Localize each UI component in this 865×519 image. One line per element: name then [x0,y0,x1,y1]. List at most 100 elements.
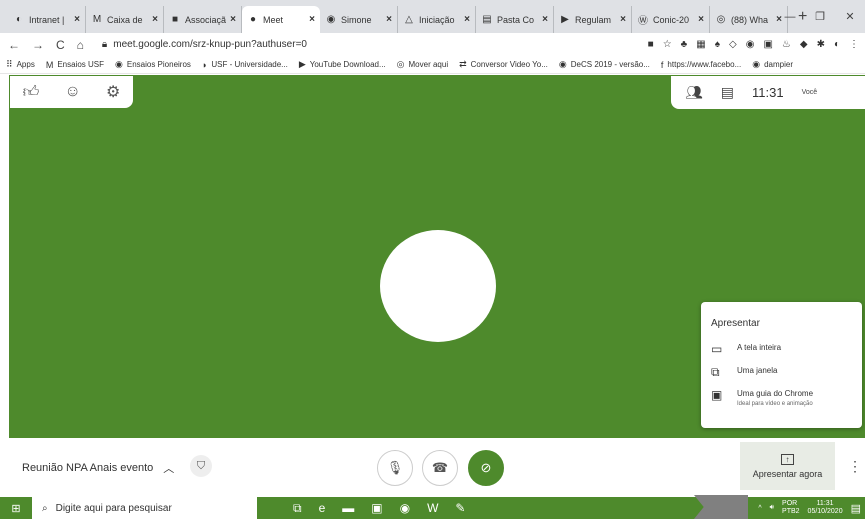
browser-tab[interactable]: ▤ Pasta Co × [476,6,554,33]
close-icon[interactable]: × [152,14,158,25]
task-view-icon[interactable]: ⧉ [293,501,302,516]
browser-tab[interactable]: Ⓦ Conic-20 × [632,6,710,33]
extension-icon[interactable]: ♣ [681,39,688,50]
minimize-icon[interactable]: — [775,0,805,33]
close-icon[interactable]: × [542,14,548,25]
extension-icon[interactable]: ▦ [696,39,705,50]
close-icon[interactable]: × [309,14,315,25]
tab-title: Intranet | [29,14,65,25]
close-icon[interactable]: × [620,14,626,25]
close-icon[interactable]: × [386,14,392,25]
bookmark-item[interactable]: ◉ Ensaios Pioneiros [115,59,191,70]
extension-icon[interactable]: ▣ [763,39,772,50]
browser-tab[interactable]: ▶ Regulam × [554,6,632,33]
gmail-icon: M [92,14,102,25]
close-icon[interactable]: × [698,14,704,25]
reload-icon[interactable]: C [56,38,65,52]
close-icon[interactable]: × [464,14,470,25]
gear-icon[interactable]: ⚙ [106,82,120,102]
extension-icon[interactable]: ♠ [715,39,720,50]
file-explorer-icon[interactable]: ▬ [342,501,354,515]
notifications-icon[interactable]: ▤ [851,502,861,515]
browser-tab[interactable]: ◉ Simone × [320,6,398,33]
puzzle-icon[interactable]: ✱ [817,39,825,50]
bookmark-item[interactable]: ◉ dampier [752,59,793,70]
chevron-up-icon[interactable]: ^ [758,505,761,512]
back-arrow-icon[interactable]: ← [8,38,20,52]
browser-tab[interactable]: ■ Associaçã × [164,6,242,33]
extension-icon[interactable]: ◆ [800,39,808,50]
leave-call-button[interactable]: ☎ [422,450,458,486]
windows-start-icon[interactable]: ⊞ [0,497,32,519]
camera-icon[interactable]: ■ [648,39,654,50]
tab-title: Caixa de [107,14,143,25]
chrome-icon[interactable]: ◉ [400,501,410,515]
star-icon[interactable]: ☆ [663,39,672,50]
thumbs-up-icon[interactable]: 👍︎ [23,83,40,102]
bookmark-item[interactable]: ◎ Mover aqui [397,59,448,70]
extension-icon[interactable]: ◇ [729,39,737,50]
wordpress-icon: Ⓦ [638,16,648,27]
browser-tab[interactable]: ● Meet × [242,6,320,33]
search-placeholder: Digite aqui para pesquisar [55,502,172,514]
laptop-icon: ▭ [711,342,723,356]
extension-icon[interactable]: ◉ [746,39,755,50]
tab-title: Conic-20 [653,14,690,25]
volume-icon[interactable]: 🔊︎ [770,504,774,512]
bookmark-item[interactable]: ◗ USF - Universidade... [202,60,288,70]
present-option-chrome-tab[interactable]: ▣ Uma guia do Chrome Ideal para vídeo e … [711,389,852,409]
clock[interactable]: 11:31 05/10/2020 [808,500,843,516]
people-icon[interactable]: 👥︎ [685,84,703,101]
microphone-icon: 🎙︎ [386,460,404,475]
more-options-icon[interactable]: ⋮ [848,458,862,475]
language-indicator[interactable]: POR PTB2 [782,500,800,516]
store-icon[interactable]: ▣ [371,501,382,515]
taskbar-search[interactable]: ⌕ Digite aqui para pesquisar [32,497,257,519]
tab-title: Associaçã [185,14,227,25]
browser-tab[interactable]: ◐ Intranet | × [8,6,86,33]
meet-icon: ● [249,14,257,25]
top-left-panel: 👍︎ ☺ ⚙ [10,76,133,108]
restore-icon[interactable]: ❐ [805,0,835,33]
bookmark-item[interactable]: ⠿ Apps [6,59,35,70]
app-icon[interactable]: ✎ [455,501,465,515]
meeting-controls-bar: Reunião NPA Anais evento ︿ ⛉ 🎙︎ ☎ ⊘ ↑ Ap… [0,438,865,497]
present-now-label: Apresentar agora [752,468,823,479]
url-field[interactable]: 🔒︎ meet.google.com/srz-knup-pun?authuser… [102,39,307,50]
globe-icon: ◐ [15,14,23,25]
meeting-name: Reunião NPA Anais evento [22,462,154,474]
bookmark-item[interactable]: M Ensaios USF [46,60,104,70]
bookmark-item[interactable]: ⇄ Conversor Video Yo... [459,59,548,70]
bookmark-item[interactable]: ▶ YouTube Download... [299,59,386,70]
tab-title: Meet [263,14,284,25]
bookmark-label: USF - Universidade... [211,60,288,69]
meeting-details-toggle[interactable]: Reunião NPA Anais evento ︿ [22,460,174,476]
present-option-entire-screen[interactable]: ▭ A tela inteira [711,343,852,355]
close-window-icon[interactable]: ✕ [835,0,865,33]
bookmark-item[interactable]: f https://www.facebo... [661,60,741,70]
chat-icon[interactable]: ▤ [721,84,734,101]
menu-icon[interactable]: ⋮ [849,39,859,50]
word-icon[interactable]: W [427,501,438,515]
shield-icon[interactable]: ⛉ [190,455,212,477]
tab-title: Regulam [575,14,612,25]
extension-icon[interactable]: ♨ [782,39,791,50]
lock-icon: 🔒︎ [101,39,108,50]
user-avatar-icon[interactable]: ☺ [65,83,81,101]
forward-arrow-icon[interactable]: → [32,38,44,52]
present-now-button[interactable]: ↑ Apresentar agora [740,442,835,490]
close-icon[interactable]: × [230,14,236,25]
edge-icon[interactable]: e [319,501,326,515]
option-sublabel: Ideal para vídeo e animação [737,401,813,407]
home-icon[interactable]: ⌂ [77,38,84,52]
browser-tab[interactable]: △ Iniciação × [398,6,476,33]
present-option-window[interactable]: ⧉ Uma janela [711,366,852,378]
close-icon[interactable]: × [74,14,80,25]
profile-icon[interactable]: ◐ [834,39,840,50]
mic-button[interactable]: 🎙︎ [377,450,413,486]
converter-icon: ⇄ [459,59,467,69]
camera-button[interactable]: ⊘ [468,450,504,486]
location-icon: ◉ [326,14,336,25]
bookmark-item[interactable]: ◉ DeCS 2019 - versão... [559,59,650,70]
browser-tab[interactable]: M Caixa de × [86,6,164,33]
